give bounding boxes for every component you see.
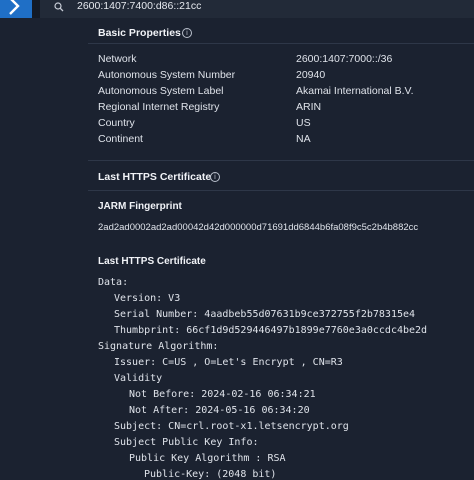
search-bar[interactable]: 2600:1407:7400:d86::21cc (40, 0, 474, 18)
cert-line: Issuer: C=US , O=Let's Encrypt , CN=R3 (114, 357, 343, 368)
cert-line: Data: (98, 277, 129, 288)
cert-line: Subject: CN=crl.root-x1.letsencrypt.org (114, 421, 349, 432)
property-value: US (296, 117, 311, 129)
cert-line: Validity (114, 373, 163, 384)
app-logo[interactable] (0, 0, 32, 18)
cert-line: Signature Algorithm: (98, 341, 219, 352)
property-row-country: Country US (98, 117, 468, 133)
property-value: Akamai International B.V. (296, 85, 414, 97)
property-label: Network (98, 53, 137, 65)
property-label: Country (98, 117, 135, 129)
cert-line: Public Key Algorithm : RSA (129, 453, 286, 464)
property-row-network: Network 2600:1407:7000::/36 (98, 53, 468, 69)
property-value: 2600:1407:7000::/36 (296, 53, 393, 65)
search-input[interactable]: 2600:1407:7400:d86::21cc (77, 0, 201, 12)
property-label: Autonomous System Number (98, 69, 236, 81)
jarm-fingerprint-title: JARM Fingerprint (98, 201, 182, 212)
search-icon (54, 2, 64, 12)
section-title: Basic Properties (98, 27, 181, 39)
property-value: 20940 (296, 69, 326, 81)
details-panel: Basic Properties i Network 2600:1407:700… (88, 18, 474, 480)
property-row-asn: Autonomous System Number 20940 (98, 69, 468, 85)
property-row-rir: Regional Internet Registry ARIN (98, 101, 468, 117)
certificate-title: Last HTTPS Certificate (98, 256, 206, 267)
property-value: NA (296, 133, 311, 145)
cert-line: Thumbprint: 66cf1d9d529446497b1899e7760e… (114, 325, 428, 336)
property-label: Autonomous System Label (98, 85, 224, 97)
cert-line: Subject Public Key Info: (114, 437, 259, 448)
property-label: Continent (98, 133, 143, 145)
section-title: Last HTTPS Certificate (98, 171, 212, 183)
logo-chevron-icon (9, 0, 20, 15)
basic-properties-header: Basic Properties i (88, 18, 474, 50)
info-icon[interactable]: i (210, 172, 220, 182)
divider (88, 43, 474, 44)
jarm-fingerprint-value: 2ad2ad0002ad2ad00042d42d000000d71691dd68… (98, 222, 419, 233)
property-value: ARIN (296, 101, 322, 113)
property-row-continent: Continent NA (98, 133, 468, 149)
cert-line: Not After: 2024-05-16 06:34:20 (129, 405, 310, 416)
cert-line: Version: V3 (114, 293, 181, 304)
property-row-as-label: Autonomous System Label Akamai Internati… (98, 85, 468, 101)
cert-line: Public-Key: (2048 bit) (144, 469, 277, 480)
info-icon[interactable]: i (182, 28, 192, 38)
cert-line: Not Before: 2024-02-16 06:34:21 (129, 389, 316, 400)
top-bar: 2600:1407:7400:d86::21cc (0, 0, 474, 18)
last-https-certificate-header: Last HTTPS Certificate i (88, 161, 474, 193)
cert-line: Serial Number: 4aadbeb55d07631b9ce372755… (114, 309, 416, 320)
property-label: Regional Internet Registry (98, 101, 220, 113)
divider (88, 190, 474, 191)
